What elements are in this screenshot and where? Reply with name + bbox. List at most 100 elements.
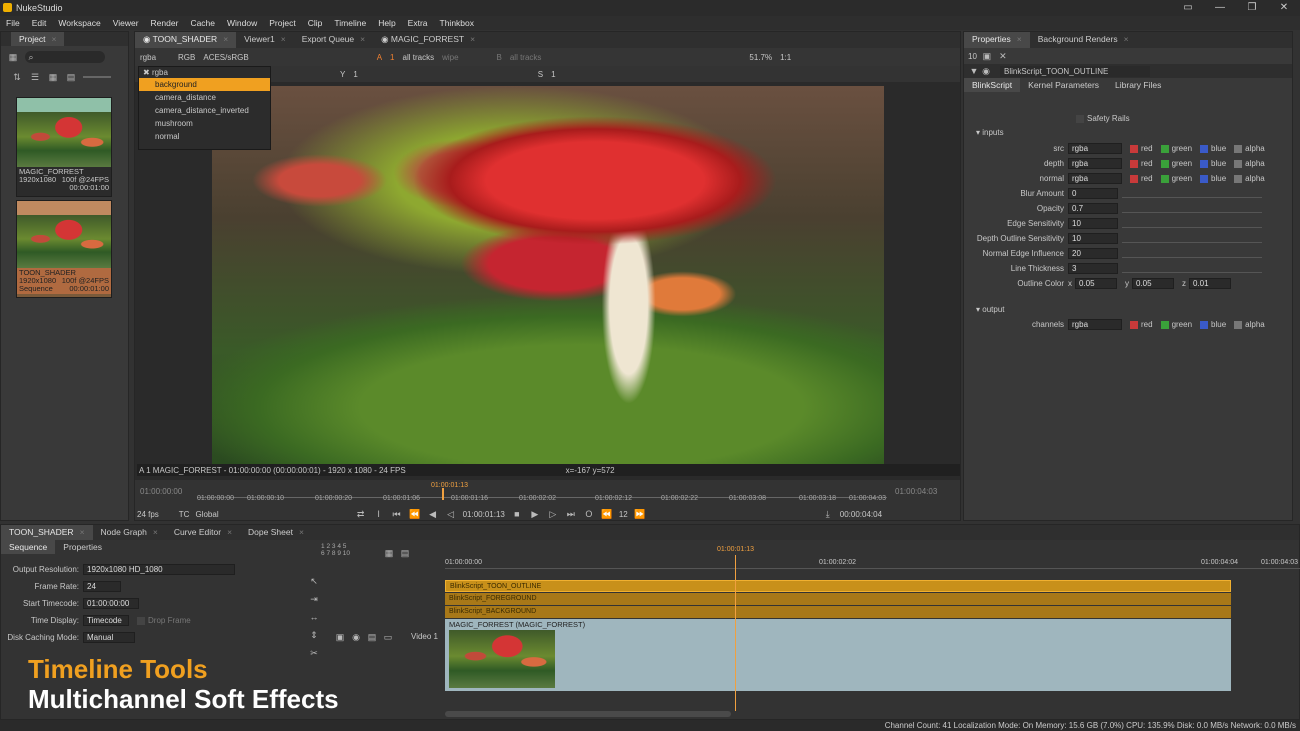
clip-item[interactable]: MAGIC_FORREST 1920x1080 100f @24FPS 00:00… bbox=[16, 97, 112, 197]
channel-select[interactable]: rgba bbox=[1068, 319, 1122, 330]
menu-window[interactable]: Window bbox=[221, 18, 263, 28]
y-value[interactable]: 1 bbox=[353, 70, 357, 79]
lock-icon[interactable]: ▣ bbox=[334, 631, 346, 643]
fast-forward-icon[interactable]: ⏩ bbox=[634, 508, 646, 520]
channel-select[interactable]: rgba bbox=[1068, 158, 1122, 169]
red-checkbox[interactable] bbox=[1130, 174, 1138, 183]
track-number[interactable]: 6 bbox=[321, 550, 325, 557]
b-tracks-select[interactable]: all tracks bbox=[510, 53, 542, 62]
track-number[interactable]: 7 bbox=[326, 550, 330, 557]
param-slider[interactable] bbox=[1122, 205, 1262, 213]
param-field[interactable]: 10 bbox=[1068, 218, 1118, 229]
track-number[interactable]: 8 bbox=[332, 550, 336, 557]
fps-select[interactable]: 24 fps bbox=[137, 510, 159, 519]
playhead[interactable] bbox=[442, 488, 444, 500]
b-input-label[interactable]: B bbox=[497, 53, 502, 62]
in-point-icon[interactable]: I bbox=[373, 508, 385, 520]
node-count[interactable]: 10 bbox=[968, 52, 977, 61]
tab-node-graph[interactable]: Node Graph × bbox=[93, 525, 166, 540]
track-number[interactable]: 9 bbox=[337, 550, 341, 557]
current-tc[interactable]: 01:00:01:13 bbox=[463, 510, 505, 519]
horizontal-scrollbar[interactable] bbox=[445, 711, 731, 717]
tab-library-files[interactable]: Library Files bbox=[1107, 78, 1169, 92]
tab-magic-forrest[interactable]: ◉ MAGIC_FORREST × bbox=[373, 32, 483, 48]
tab-toon-shader-timeline[interactable]: TOON_SHADER × bbox=[1, 525, 93, 540]
disk-caching-select[interactable]: Manual bbox=[83, 632, 135, 643]
multitrack-icon[interactable]: ⇕ bbox=[308, 629, 320, 641]
timeline-ruler[interactable]: 01:00:00:00 01:00:01:13 01:00:02:02 01:0… bbox=[445, 543, 1300, 569]
green-checkbox[interactable] bbox=[1160, 144, 1169, 153]
param-slider[interactable] bbox=[1122, 265, 1262, 273]
outline-x-field[interactable]: 0.05 bbox=[1075, 278, 1117, 289]
green-checkbox[interactable] bbox=[1160, 174, 1169, 183]
param-slider[interactable] bbox=[1122, 190, 1262, 198]
menu-render[interactable]: Render bbox=[145, 18, 185, 28]
red-checkbox[interactable] bbox=[1130, 320, 1138, 329]
outline-z-field[interactable]: 0.01 bbox=[1189, 278, 1231, 289]
tab-kernel-parameters[interactable]: Kernel Parameters bbox=[1020, 78, 1107, 92]
channel-select[interactable]: rgba bbox=[1068, 173, 1122, 184]
blue-checkbox[interactable] bbox=[1200, 174, 1209, 183]
drop-frame-checkbox[interactable] bbox=[137, 616, 145, 625]
a-tracks-select[interactable]: all tracks bbox=[403, 53, 435, 62]
frame-rate-select[interactable]: 24 bbox=[83, 581, 121, 592]
stop-icon[interactable]: ■ bbox=[511, 508, 523, 520]
time-display-select[interactable]: Timecode bbox=[83, 615, 129, 626]
a-input-label[interactable]: A bbox=[377, 53, 382, 62]
alpha-checkbox[interactable] bbox=[1234, 159, 1243, 168]
first-frame-icon[interactable]: ⏮ bbox=[391, 508, 403, 520]
viewer-image[interactable] bbox=[212, 86, 884, 464]
resolution-select[interactable]: 1920x1080 HD_1080 bbox=[83, 564, 235, 575]
tab-blinkscript[interactable]: BlinkScript bbox=[964, 78, 1021, 92]
close-icon[interactable]: × bbox=[281, 34, 286, 44]
menu-workspace[interactable]: Workspace bbox=[52, 18, 106, 28]
dropdown-item-camera-distance[interactable]: camera_distance bbox=[139, 91, 270, 104]
close-icon[interactable]: × bbox=[299, 527, 304, 537]
tc-select[interactable]: TC bbox=[179, 510, 190, 519]
slip-tool-icon[interactable]: ↔ bbox=[308, 611, 320, 623]
menu-file[interactable]: File bbox=[0, 18, 26, 28]
colorspace-select[interactable]: ACES/sRGB bbox=[203, 53, 248, 62]
thumb-size-slider[interactable] bbox=[83, 76, 111, 78]
tab-curve-editor[interactable]: Curve Editor × bbox=[166, 525, 240, 540]
start-timecode-field[interactable]: 01:00:00:00 bbox=[83, 598, 139, 609]
channel-select[interactable]: rgba bbox=[140, 53, 156, 62]
layout-icon[interactable]: ▦ bbox=[7, 51, 19, 63]
green-checkbox[interactable] bbox=[1160, 320, 1169, 329]
list-view-icon[interactable]: ☰ bbox=[29, 71, 41, 83]
rgb-select[interactable]: RGB bbox=[178, 53, 195, 62]
menu-clip[interactable]: Clip bbox=[302, 18, 329, 28]
track-select-icon[interactable]: ⇥ bbox=[308, 593, 320, 605]
menu-cache[interactable]: Cache bbox=[184, 18, 221, 28]
green-checkbox[interactable] bbox=[1160, 159, 1169, 168]
param-field[interactable]: 0.7 bbox=[1068, 203, 1118, 214]
dropdown-item-camera-distance-inverted[interactable]: camera_distance_inverted bbox=[139, 104, 270, 117]
close-icon[interactable]: × bbox=[1017, 34, 1022, 44]
menu-viewer[interactable]: Viewer bbox=[107, 18, 145, 28]
loop-icon[interactable]: ⇄ bbox=[355, 508, 367, 520]
lock-icon[interactable]: ▣ bbox=[981, 50, 993, 62]
param-slider[interactable] bbox=[1122, 235, 1262, 243]
tab-background-renders[interactable]: Background Renders × bbox=[1030, 32, 1137, 48]
close-icon[interactable]: × bbox=[80, 527, 85, 537]
alpha-checkbox[interactable] bbox=[1234, 144, 1243, 153]
close-icon[interactable]: × bbox=[51, 34, 56, 44]
track-number[interactable]: 3 bbox=[332, 543, 336, 550]
close-icon[interactable]: × bbox=[153, 527, 158, 537]
collapse-icon[interactable]: ▼ bbox=[968, 65, 980, 77]
alpha-checkbox[interactable] bbox=[1234, 174, 1243, 183]
track-effect-background[interactable]: BlinkScript_BACKGROUND bbox=[445, 606, 1231, 618]
close-icon[interactable]: × bbox=[223, 34, 228, 44]
close-icon[interactable]: × bbox=[360, 34, 365, 44]
viewer-timebar[interactable]: 01:00:00:00 01:00:04:03 01:00:01:13 01:0… bbox=[135, 480, 960, 520]
tab-seq-properties[interactable]: Properties bbox=[55, 540, 110, 554]
screen-icon[interactable]: ▭ bbox=[1172, 0, 1204, 16]
play-icon[interactable]: ▶ bbox=[529, 508, 541, 520]
track-effect-outline[interactable]: BlinkScript_TOON_OUTLINE bbox=[445, 580, 1231, 592]
layout-icon[interactable]: ▤ bbox=[399, 547, 411, 559]
last-frame-icon[interactable]: ⏭ bbox=[565, 508, 577, 520]
tab-properties[interactable]: Properties × bbox=[964, 32, 1030, 48]
track-number[interactable]: 2 bbox=[326, 543, 330, 550]
tab-dope-sheet[interactable]: Dope Sheet × bbox=[240, 525, 312, 540]
prev-key-icon[interactable]: ⏪ bbox=[409, 508, 421, 520]
